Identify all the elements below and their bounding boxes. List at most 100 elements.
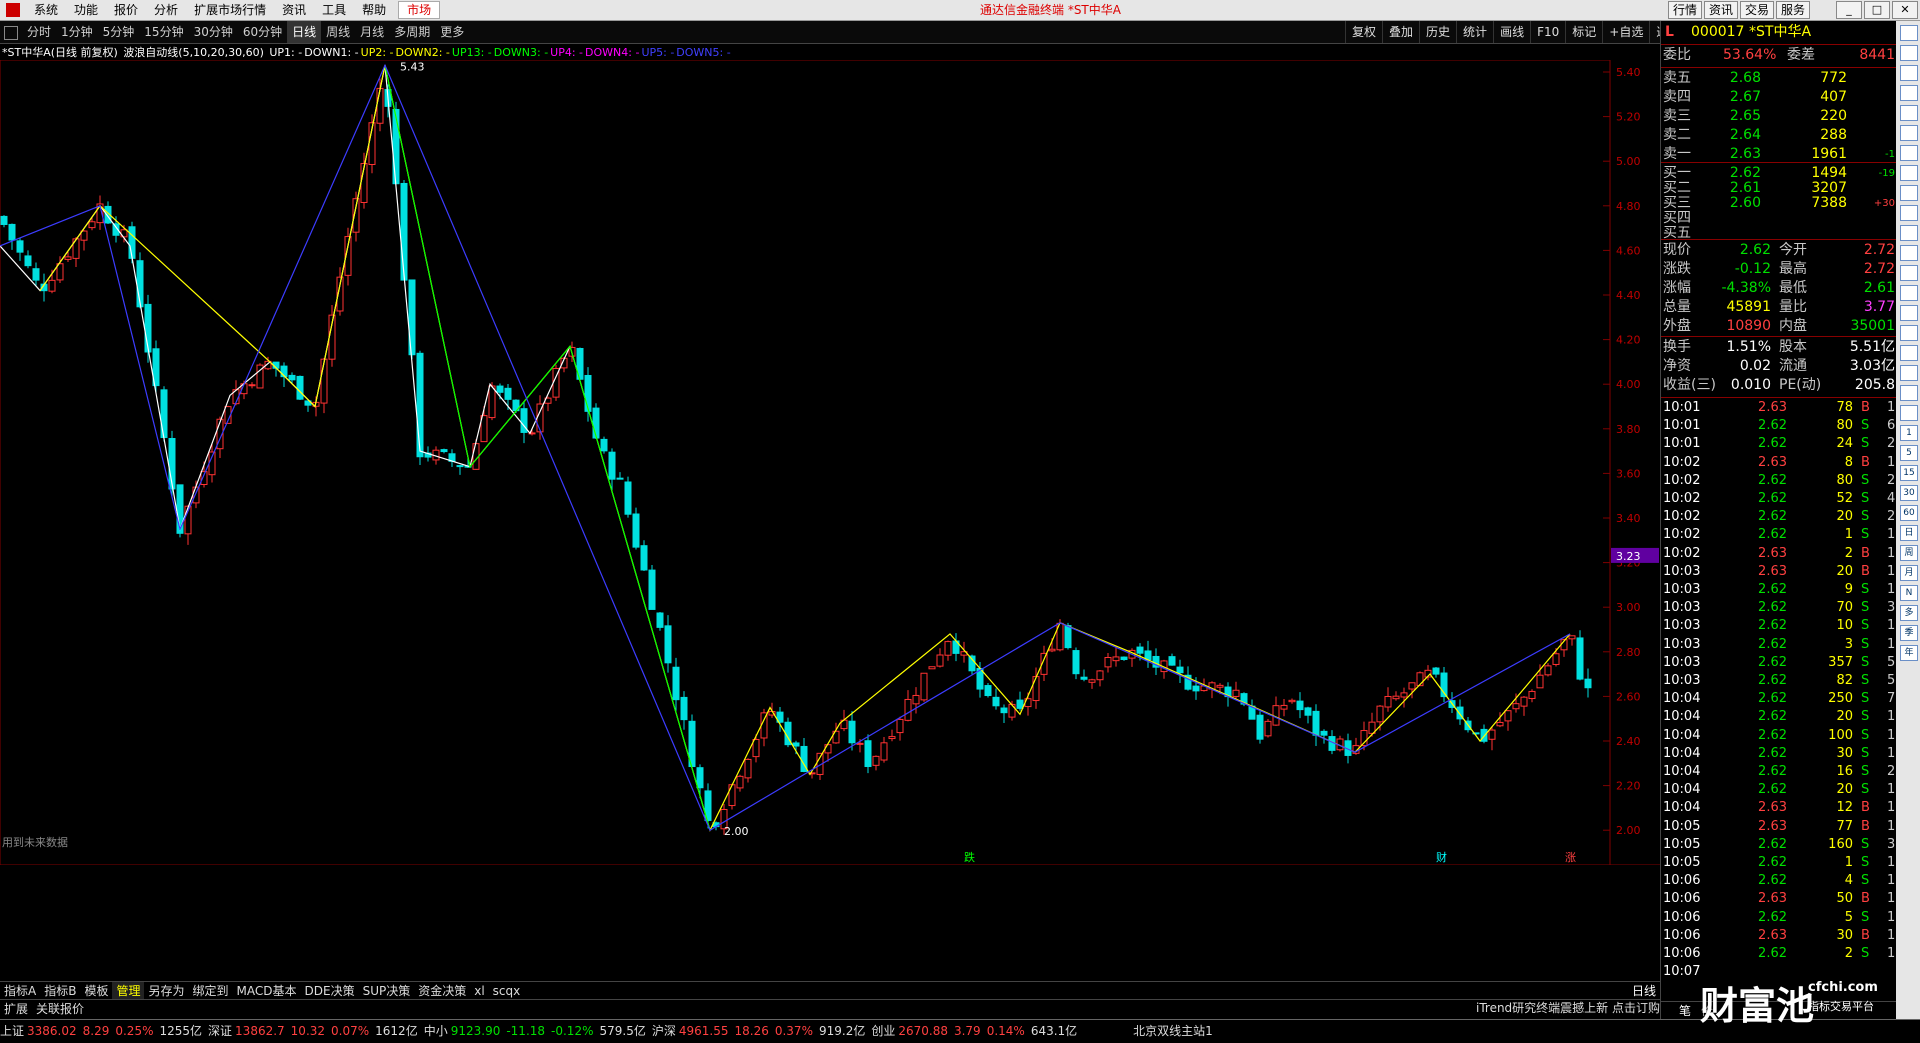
side-tool-icon[interactable] — [1900, 85, 1918, 101]
toolbar-button-2[interactable]: 历史 — [1419, 21, 1456, 43]
indicator-tab-8[interactable]: SUP决策 — [359, 982, 415, 1000]
period-shortcut-2[interactable]: 15 — [1900, 465, 1918, 481]
period-tab-6[interactable]: 日线 — [287, 21, 322, 43]
side-tool-icon[interactable] — [1900, 305, 1918, 321]
period-tab-10[interactable]: 更多 — [435, 21, 469, 43]
side-tool-icon[interactable] — [1900, 105, 1918, 121]
quote-title: L 000017 *ST中华A — [1665, 24, 1812, 40]
indicator-tab-11[interactable]: scqx — [489, 982, 525, 1000]
period-tab-5[interactable]: 60分钟 — [238, 21, 287, 43]
period-shortcut-0[interactable]: 1 — [1900, 425, 1918, 441]
side-tool-icon[interactable] — [1900, 45, 1918, 61]
toolbar-button-4[interactable]: 画线 — [1493, 21, 1530, 43]
index-4[interactable]: 创业 2670.88 3.79 0.14% 643.1亿 — [871, 1020, 1077, 1043]
period-shortcut-4[interactable]: 60 — [1900, 505, 1918, 521]
candle-body — [728, 784, 736, 807]
candle-body — [8, 223, 16, 241]
side-tool-icon[interactable] — [1900, 125, 1918, 141]
right-tab-0[interactable]: 行情 — [1667, 1, 1702, 19]
news-ticker[interactable]: iTrend研究终端震撼上新 点击订购 — [1476, 999, 1660, 1017]
ext-tab-1[interactable]: 关联报价 — [32, 1000, 88, 1018]
side-tool-icon[interactable] — [1900, 245, 1918, 261]
period-shortcut-11[interactable]: 年 — [1900, 645, 1918, 661]
side-tool-icon[interactable] — [1900, 325, 1918, 341]
indicator-tab-9[interactable]: 资金决策 — [414, 982, 470, 1000]
side-tool-icon[interactable] — [1900, 285, 1918, 301]
layout-toggle-icon[interactable] — [4, 26, 18, 40]
index-2[interactable]: 中小 9123.90 -11.18 -0.12% 579.5亿 — [424, 1020, 646, 1043]
side-tool-icon[interactable] — [1900, 145, 1918, 161]
indicator-tab-4[interactable]: 另存为 — [144, 982, 188, 1000]
period-shortcut-9[interactable]: 多 — [1900, 605, 1918, 621]
market-button[interactable]: 市场 — [398, 1, 441, 19]
period-shortcut-3[interactable]: 30 — [1900, 485, 1918, 501]
indicator-tab-2[interactable]: 模板 — [80, 982, 112, 1000]
right-tab-1[interactable]: 资讯 — [1703, 1, 1738, 19]
period-label: 日线 — [1631, 984, 1656, 998]
toolbar-button-0[interactable]: 复权 — [1345, 21, 1382, 43]
indicator-tab-5[interactable]: 绑定到 — [189, 982, 233, 1000]
toolbar-button-5[interactable]: F10 — [1530, 21, 1565, 43]
indicator-tab-3[interactable]: 管理 — [112, 982, 145, 1000]
index-1[interactable]: 深证 13862.7 10.32 0.07% 1612亿 — [208, 1020, 418, 1043]
indicator-tab-1[interactable]: 指标B — [40, 982, 80, 1000]
right-tab-2[interactable]: 交易 — [1739, 1, 1774, 19]
close-icon[interactable]: ✕ — [1892, 1, 1918, 19]
period-shortcut-8[interactable]: N — [1900, 585, 1918, 601]
menu-item-5[interactable]: 资讯 — [274, 0, 314, 20]
menu-item-7[interactable]: 帮助 — [354, 0, 394, 20]
indicator-name[interactable]: 波浪自动线(5,10,20,30,60) — [123, 46, 264, 59]
side-tool-icon[interactable] — [1900, 345, 1918, 361]
candle-body — [888, 736, 896, 740]
side-tool-icon[interactable] — [1900, 25, 1918, 41]
right-tab-3[interactable]: 服务 — [1775, 1, 1810, 19]
minimize-icon[interactable]: _ — [1836, 1, 1862, 19]
period-shortcut-10[interactable]: 季 — [1900, 625, 1918, 641]
period-tab-8[interactable]: 月线 — [355, 21, 389, 43]
period-shortcut-6[interactable]: 周 — [1900, 545, 1918, 561]
period-tab-9[interactable]: 多周期 — [389, 21, 435, 43]
menu-item-4[interactable]: 扩展市场行情 — [186, 0, 274, 20]
ext-tab-0[interactable]: 扩展 — [0, 1000, 32, 1018]
indicator-tab-6[interactable]: MACD基本 — [233, 982, 301, 1000]
menu-item-3[interactable]: 分析 — [146, 0, 186, 20]
toolbar-button-1[interactable]: 叠加 — [1382, 21, 1419, 43]
toolbar-button-3[interactable]: 统计 — [1456, 21, 1493, 43]
server-status[interactable]: 北京双线主站1 — [1133, 1020, 1213, 1043]
period-tab-1[interactable]: 1分钟 — [56, 21, 98, 43]
menu-item-6[interactable]: 工具 — [314, 0, 354, 20]
period-tab-0[interactable]: 分时 — [22, 21, 56, 43]
tab-trades[interactable]: 笔 — [1679, 1002, 1691, 1020]
side-tool-icon[interactable] — [1900, 165, 1918, 181]
menu-item-2[interactable]: 报价 — [106, 0, 146, 20]
menu-item-0[interactable]: 系统 — [26, 0, 66, 20]
indicator-tab-10[interactable]: xl — [470, 982, 488, 1000]
period-shortcut-5[interactable]: 日 — [1900, 525, 1918, 541]
kline-chart[interactable]: 5.40 5.20 5.00 4.80 4.60 4.40 4.20 4.00 3.80 3.60… — [0, 60, 1660, 865]
index-3[interactable]: 沪深 4961.55 18.26 0.37% 919.2亿 — [652, 1020, 865, 1043]
side-tool-icon[interactable] — [1900, 385, 1918, 401]
side-tool-icon[interactable] — [1900, 265, 1918, 281]
menu-item-1[interactable]: 功能 — [66, 0, 106, 20]
side-tool-icon[interactable] — [1900, 365, 1918, 381]
toolbar-button-7[interactable]: +自选 — [1602, 21, 1649, 43]
side-tool-icon[interactable] — [1900, 185, 1918, 201]
indicator-tab-7[interactable]: DDE决策 — [301, 982, 359, 1000]
period-tab-4[interactable]: 30分钟 — [189, 21, 238, 43]
side-tool-icon[interactable] — [1900, 225, 1918, 241]
period-tab-7[interactable]: 周线 — [321, 21, 355, 43]
period-shortcut-7[interactable]: 月 — [1900, 565, 1918, 581]
toolbar-button-6[interactable]: 标记 — [1565, 21, 1602, 43]
side-tool-icon[interactable] — [1900, 405, 1918, 421]
period-tab-2[interactable]: 5分钟 — [98, 21, 140, 43]
side-tool-icon[interactable] — [1900, 65, 1918, 81]
indicator-tab-0[interactable]: 指标A — [0, 982, 40, 1000]
price-axis-label: 4.60 — [1616, 244, 1641, 257]
candle-body — [0, 215, 8, 225]
candle-body — [824, 744, 832, 754]
index-0[interactable]: 上证 3386.02 8.29 0.25% 1255亿 — [0, 1020, 202, 1043]
period-shortcut-1[interactable]: 5 — [1900, 445, 1918, 461]
maximize-icon[interactable]: □ — [1864, 1, 1890, 19]
period-tab-3[interactable]: 15分钟 — [139, 21, 188, 43]
side-tool-icon[interactable] — [1900, 205, 1918, 221]
